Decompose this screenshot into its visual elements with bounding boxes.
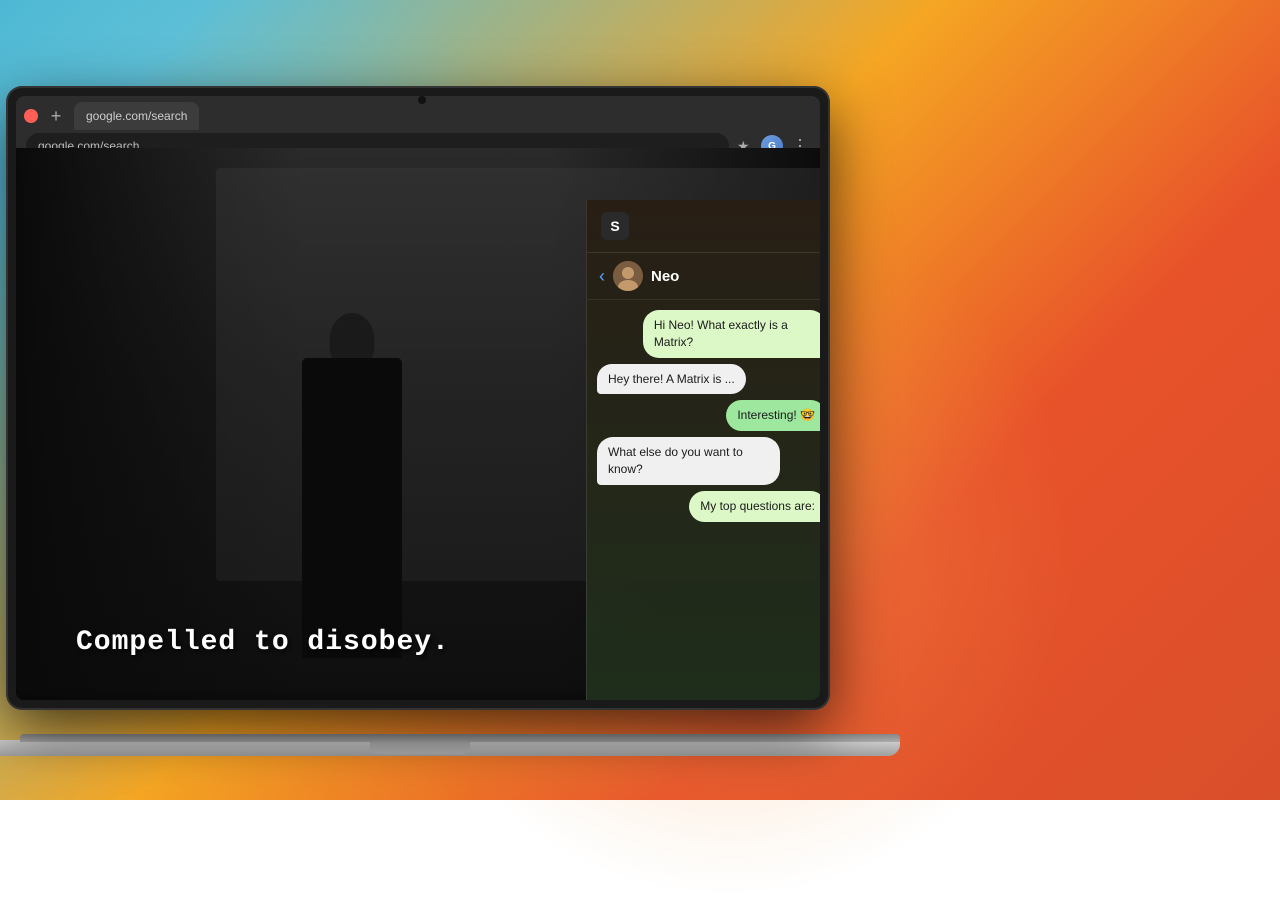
figure-body xyxy=(302,358,402,658)
message-1: Hi Neo! What exactly is a Matrix? xyxy=(643,310,820,358)
active-tab[interactable]: google.com/search xyxy=(74,102,199,130)
message-2: Hey there! A Matrix is ... xyxy=(597,364,746,395)
chat-panel: S ‹ Neo xyxy=(586,200,820,700)
laptop-notch xyxy=(370,742,470,754)
message-4: What else do you want to know? xyxy=(597,437,780,485)
laptop-base xyxy=(0,740,900,756)
messages-area: Hi Neo! What exactly is a Matrix? Hey th… xyxy=(587,300,820,700)
laptop-screen-bezel: + google.com/search google.com/search ★ … xyxy=(8,88,828,708)
back-button[interactable]: ‹ xyxy=(599,266,605,287)
message-3: Interesting! 🤓 xyxy=(726,400,820,431)
browser-chrome: + google.com/search google.com/search ★ … xyxy=(16,96,820,148)
camera-dot xyxy=(418,96,426,104)
laptop-hinge xyxy=(20,734,900,742)
screen-content: + google.com/search google.com/search ★ … xyxy=(16,96,820,700)
contact-name: Neo xyxy=(651,268,679,285)
video-subtitle: Compelled to disobey. xyxy=(76,627,450,658)
chat-nav-header: ‹ Neo xyxy=(587,253,820,300)
new-tab-button[interactable]: + xyxy=(42,103,70,129)
tab-label: google.com/search xyxy=(86,109,187,123)
video-player[interactable]: Compelled to disobey. 1:26:08 S xyxy=(16,148,820,700)
contact-avatar xyxy=(613,261,643,291)
chat-logo-header: S xyxy=(587,200,820,253)
message-5: My top questions are: xyxy=(689,491,820,522)
figure-silhouette xyxy=(262,278,442,658)
tab-close-button[interactable] xyxy=(24,109,38,123)
chat-app-logo: S xyxy=(601,212,629,240)
